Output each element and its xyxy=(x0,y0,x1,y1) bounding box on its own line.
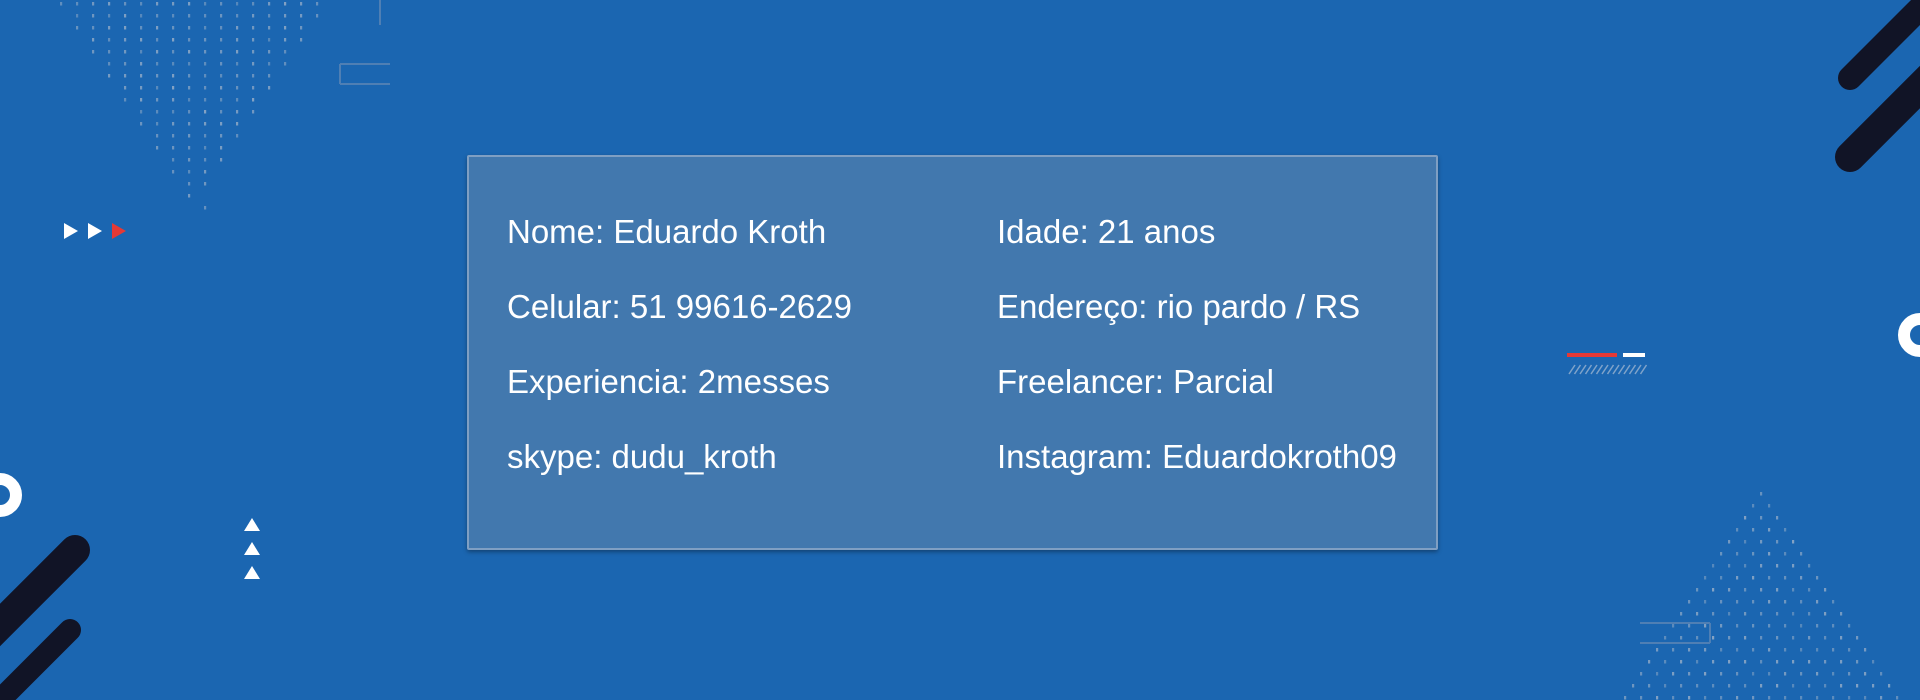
name-field: Nome: Eduardo Kroth xyxy=(507,215,997,290)
ring-icon-right xyxy=(1890,305,1920,365)
info-card: Nome: Eduardo Kroth Idade: 21 anos Celul… xyxy=(467,155,1438,550)
info-grid: Nome: Eduardo Kroth Idade: 21 anos Celul… xyxy=(507,215,1427,515)
diagonal-stripes-top-right xyxy=(1830,0,1920,180)
diagonal-stripes-bottom-left xyxy=(0,520,110,700)
skype-field: skype: dudu_kroth xyxy=(507,440,997,515)
play-arrows-icon xyxy=(62,222,132,240)
experience-field: Experiencia: 2messes xyxy=(507,365,997,440)
age-field: Idade: 21 anos xyxy=(997,215,1427,290)
up-arrows-icon xyxy=(242,516,262,581)
dot-pattern-bottom-right xyxy=(1620,480,1920,700)
dash-lines-icon xyxy=(1565,350,1655,380)
phone-field: Celular: 51 99616-2629 xyxy=(507,290,997,365)
address-field: Endereço: rio pardo / RS xyxy=(997,290,1427,365)
instagram-field: Instagram: Eduardokroth09 xyxy=(997,440,1427,515)
freelancer-field: Freelancer: Parcial xyxy=(997,365,1427,440)
dot-pattern-top-left xyxy=(60,0,390,220)
